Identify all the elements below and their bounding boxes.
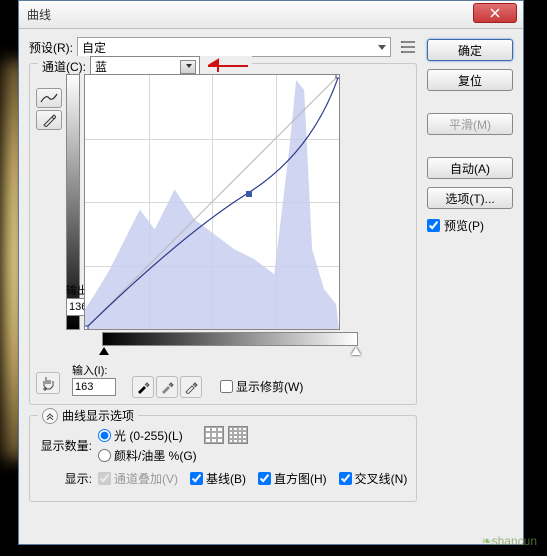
curve-control-point[interactable]: [246, 191, 252, 197]
curve-tool-button[interactable]: [36, 88, 62, 108]
pencil-tool-button[interactable]: [36, 110, 62, 130]
pigment-radio[interactable]: [98, 449, 111, 462]
histogram: [85, 75, 339, 329]
light-radio[interactable]: [98, 429, 111, 442]
channel-overlay-checkbox: [98, 472, 111, 485]
preview-checkbox[interactable]: [427, 219, 440, 232]
histogram-checkbox[interactable]: [258, 472, 271, 485]
show-label: 显示:: [38, 470, 92, 487]
channel-fieldset: 通道(C): 蓝: [29, 63, 417, 405]
dialog-title: 曲线: [27, 6, 51, 23]
show-clipping-checkbox[interactable]: [220, 380, 233, 393]
preview-label: 预览(P): [444, 217, 484, 234]
reset-button[interactable]: 复位: [427, 69, 513, 91]
show-clipping-label: 显示修剪(W): [236, 378, 303, 395]
intersection-checkbox[interactable]: [339, 472, 352, 485]
baseline-checkbox[interactable]: [190, 472, 203, 485]
smooth-button: 平滑(M): [427, 113, 513, 135]
grid-large-button[interactable]: [228, 426, 248, 444]
curve-graph[interactable]: [84, 74, 340, 330]
input-label: 输入(I):: [72, 362, 116, 378]
black-point-slider[interactable]: [99, 347, 109, 355]
show-amount-label: 显示数量:: [38, 437, 92, 454]
preset-label: 预设(R):: [29, 39, 73, 56]
preset-dropdown[interactable]: 自定: [77, 37, 391, 57]
gray-eyedropper-button[interactable]: [156, 376, 178, 398]
auto-button[interactable]: 自动(A): [427, 157, 513, 179]
close-button[interactable]: [473, 3, 517, 23]
white-eyedropper-button[interactable]: [180, 376, 202, 398]
channel-dropdown[interactable]: 蓝: [90, 56, 200, 76]
curve-display-options: 曲线显示选项 显示数量: 光 (0-255)(L): [29, 415, 417, 502]
collapse-button[interactable]: [42, 408, 58, 424]
white-point-slider[interactable]: [351, 347, 361, 355]
curves-dialog: 曲线 预设(R): 自定 通道(C): 蓝: [18, 0, 524, 545]
options-button[interactable]: 选项(T)...: [427, 187, 513, 209]
targeted-adjust-button[interactable]: [36, 372, 60, 394]
watermark: ❧shancun: [482, 529, 537, 550]
preset-menu-icon[interactable]: [399, 38, 417, 56]
black-eyedropper-button[interactable]: [132, 376, 154, 398]
annotation-arrow-icon: [208, 58, 248, 74]
input-gradient: [102, 332, 358, 346]
input-input[interactable]: [72, 378, 116, 396]
titlebar[interactable]: 曲线: [19, 1, 523, 29]
grid-small-button[interactable]: [204, 426, 224, 444]
ok-button[interactable]: 确定: [427, 39, 513, 61]
options-title: 曲线显示选项: [62, 407, 134, 424]
